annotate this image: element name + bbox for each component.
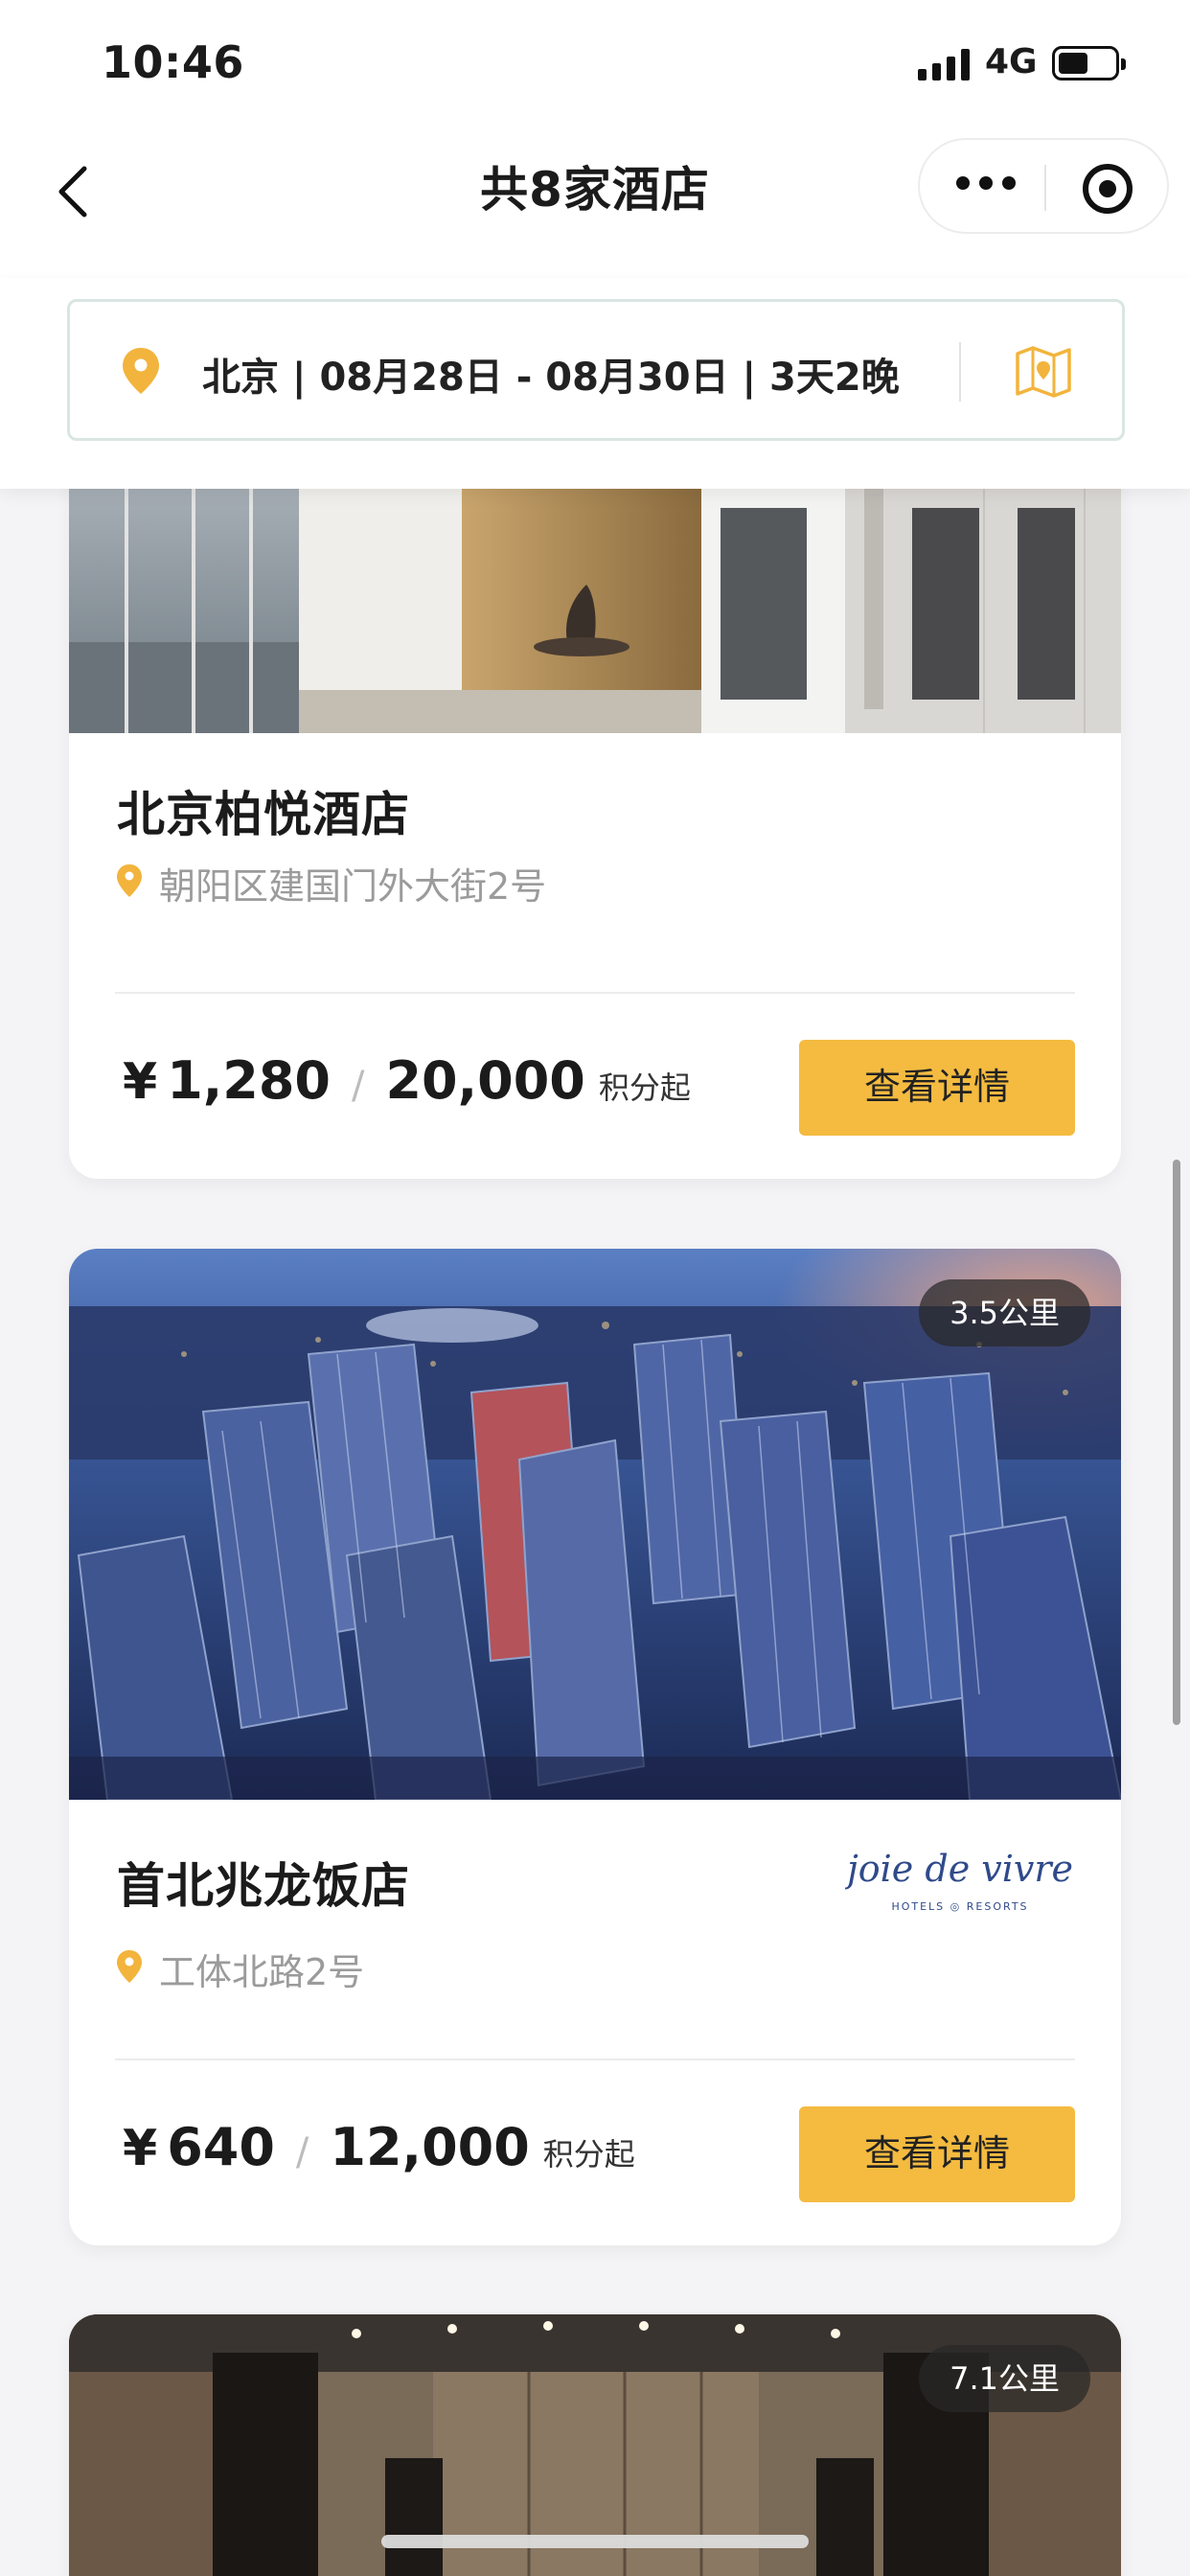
price-value: 640 xyxy=(167,2117,275,2177)
search-divider xyxy=(959,342,961,402)
mini-program-capsule xyxy=(918,138,1169,234)
close-target-icon[interactable] xyxy=(1083,164,1133,214)
hotel-name: 首北兆龙饭店 xyxy=(117,1858,410,1914)
status-bar: 10:46 4G xyxy=(0,0,1190,134)
battery-icon xyxy=(1052,46,1126,80)
distance-badge: 3.5公里 xyxy=(919,1279,1090,1346)
hotel-list-page: 10:46 4G 共8家酒店 北京 | 08月28日 - 08月30日 | 3天… xyxy=(0,0,1190,2576)
hotel-photo xyxy=(69,450,1121,733)
points-unit: 积分起 xyxy=(542,2136,635,2173)
location-pin-icon xyxy=(123,348,159,394)
price-separator: / xyxy=(352,1064,365,1108)
currency-symbol: ¥ xyxy=(123,2120,158,2177)
search-header: 北京 | 08月28日 - 08月30日 | 3天2晚 xyxy=(0,278,1190,489)
points-unit: 积分起 xyxy=(598,1070,691,1106)
search-summary-text: 北京 | 08月28日 - 08月30日 | 3天2晚 xyxy=(202,356,900,400)
hotel-address: 工体北路2号 xyxy=(159,1951,365,1993)
points-value: 12,000 xyxy=(330,2117,530,2177)
home-indicator[interactable] xyxy=(381,2535,809,2548)
price-row: ¥ 640 / 12,000 积分起 xyxy=(123,2117,635,2177)
svg-text:HOTELS ◎ RESORTS: HOTELS ◎ RESORTS xyxy=(891,1900,1028,1913)
signal-icon xyxy=(918,48,972,80)
search-summary-bar[interactable]: 北京 | 08月28日 - 08月30日 | 3天2晚 xyxy=(67,299,1125,441)
points-value: 20,000 xyxy=(385,1050,585,1111)
card-divider xyxy=(115,2058,1075,2060)
network-type: 4G xyxy=(985,42,1038,81)
address-pin-icon xyxy=(117,864,142,897)
nav-bar: 共8家酒店 xyxy=(0,134,1190,278)
more-icon[interactable] xyxy=(956,176,1016,190)
price-row: ¥ 1,280 / 20,000 积分起 xyxy=(123,1050,691,1111)
card-divider xyxy=(115,992,1075,994)
address-pin-icon xyxy=(117,1950,142,1983)
status-time: 10:46 xyxy=(102,36,244,88)
currency-symbol: ¥ xyxy=(123,1053,158,1111)
view-details-button[interactable]: 查看详情 xyxy=(799,2106,1075,2202)
price-value: 1,280 xyxy=(167,1050,331,1111)
price-separator: / xyxy=(295,2130,309,2174)
brand-logo: joie de vivre HOTELS ◎ RESORTS xyxy=(845,1848,1073,1913)
view-details-button[interactable]: 查看详情 xyxy=(799,1040,1075,1136)
capsule-divider xyxy=(1044,165,1046,211)
distance-badge: 7.1公里 xyxy=(919,2345,1090,2412)
hotel-card[interactable]: 北京柏悦酒店 朝阳区建国门外大街2号 ¥ 1,280 / 20,000 积分起 … xyxy=(69,450,1121,1179)
svg-text:joie de vivre: joie de vivre xyxy=(845,1848,1073,1890)
hotel-card[interactable]: 3.5公里 首北兆龙饭店 joie de vivre HOTELS ◎ RESO… xyxy=(69,1249,1121,2245)
map-icon[interactable] xyxy=(1014,344,1073,400)
hotel-address: 朝阳区建国门外大街2号 xyxy=(159,865,547,908)
hotel-name: 北京柏悦酒店 xyxy=(117,787,410,842)
scrollbar[interactable] xyxy=(1173,1160,1180,1725)
